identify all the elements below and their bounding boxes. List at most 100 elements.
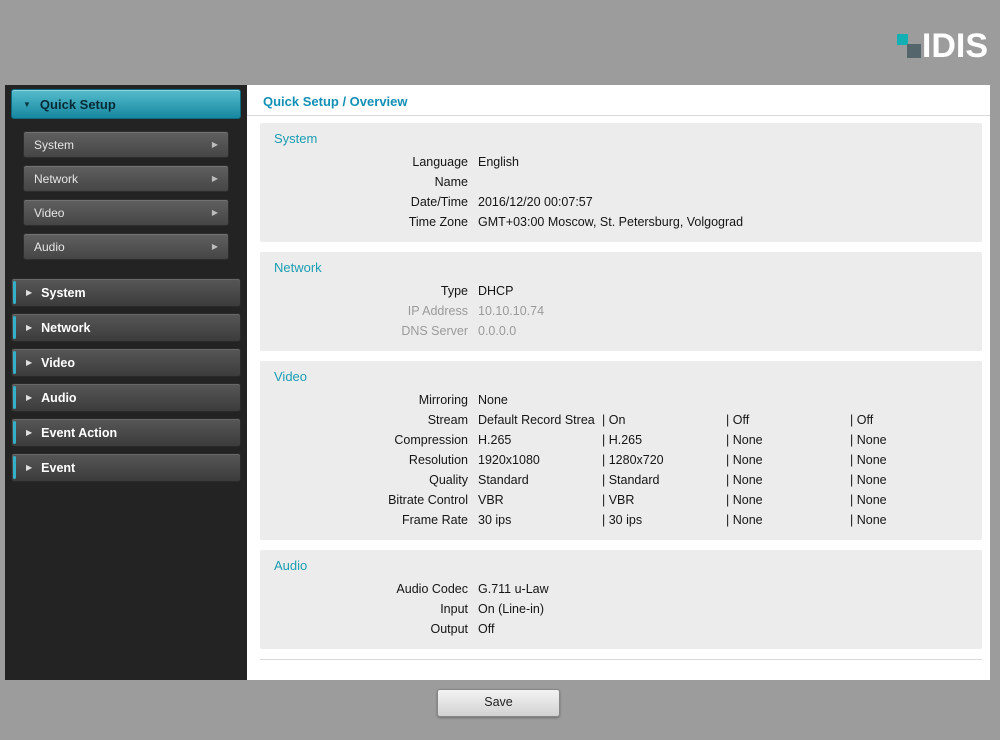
sidebar-subitem-audio[interactable]: Audio ▶ [23,233,229,260]
field-row: Time Zone GMT+03:00 Moscow, St. Petersbur… [272,212,970,232]
field-value: | VBR [602,493,635,507]
sidebar-subitem-label: Video [34,205,65,220]
field-value: Default Record Strea [478,413,595,427]
overview-sections: System Language English Name Date/Time 2016/1… [260,123,982,660]
section-video: Video Mirroring None Stream Default Record S… [260,361,982,540]
field-label: Frame Rate [402,513,468,527]
field-row: Date/Time 2016/12/20 00:07:57 [272,192,970,212]
field-row: Input On (Line-in) [272,599,970,619]
field-label: Bitrate Control [388,493,468,507]
sidebar-item-quick-setup[interactable]: ▼ Quick Setup [11,89,241,119]
chevron-right-icon: ▶ [26,428,33,437]
sidebar-item-label: Event Action [41,425,118,440]
sidebar-subitem-label: Audio [34,239,65,254]
field-value: | Off [726,413,750,427]
sidebar-subitem-label: System [34,137,75,152]
idis-logo: IDIS [895,27,988,65]
breadcrumb-divider [247,115,990,116]
field-value: | Off [850,413,874,427]
field-row: Output Off [272,619,970,639]
field-row: Quality Standard | Standard | None | None [272,470,970,490]
sections-bottom-divider [260,659,982,660]
field-value: H.265 [478,433,512,447]
field-row: Name [272,172,970,192]
field-value: VBR [478,493,504,507]
field-value: | None [850,433,887,447]
field-value: 2016/12/20 00:07:57 [478,195,593,209]
sidebar-subitem-video[interactable]: Video ▶ [23,199,229,226]
field-row: IP Address 10.10.10.74 [272,301,970,321]
chevron-right-icon: ▶ [26,323,33,332]
field-value: GMT+03:00 Moscow, St. Petersburg, Volgog… [478,215,744,229]
field-row: Bitrate Control VBR | VBR | None | None [272,490,970,510]
section-title: Video [274,369,308,384]
field-value: 0.0.0.0 [478,324,517,338]
chevron-right-icon: ▶ [211,140,218,149]
field-value: | None [850,453,887,467]
logo-text: IDIS [921,27,988,65]
chevron-right-icon: ▶ [26,393,33,402]
field-row: Audio Codec G.711 u-Law [272,579,970,599]
sidebar-item-video[interactable]: ▶ Video [11,348,241,377]
field-value: | None [850,513,887,527]
field-value: On (Line-in) [478,602,544,616]
chevron-right-icon: ▶ [26,288,33,297]
field-row: DNS Server 0.0.0.0 [272,321,970,341]
sidebar-subitem-network[interactable]: Network ▶ [23,165,229,192]
field-row: Type DHCP [272,281,970,301]
quick-setup-subitems: System ▶ Network ▶ Video ▶ Audio ▶ [23,131,229,260]
save-button[interactable]: Save [437,689,560,717]
sidebar-item-label: System [41,285,86,300]
chevron-right-icon: ▶ [211,208,218,217]
field-value: 1920x1080 [478,453,540,467]
field-label: Time Zone [408,215,468,229]
sidebar-item-system[interactable]: ▶ System [11,278,241,307]
idis-logo-mark-icon [895,27,922,65]
sidebar-subitem-label: Network [34,171,79,186]
field-label: Name [434,175,468,189]
field-value: | None [850,473,887,487]
field-label: Date/Time [410,195,468,209]
field-value: | 30 ips [602,513,643,527]
field-value: G.711 u-Law [478,582,549,596]
sidebar-subitem-system[interactable]: System ▶ [23,131,229,158]
field-value: English [478,155,519,169]
field-label: Compression [394,433,468,447]
sidebar-item-label: Video [41,355,75,370]
chevron-right-icon: ▶ [211,242,218,251]
field-value: | On [602,413,626,427]
sidebar: ▼ Quick Setup System ▶ Network ▶ Video ▶ Audio… [5,85,247,680]
content-panel: Quick Setup / Overview System Language Eng… [247,85,990,680]
field-value: | Standard [602,473,660,487]
quick-setup-label: Quick Setup [39,96,116,112]
field-value: | None [726,453,763,467]
field-value: Standard [478,473,529,487]
section-network: Network Type DHCP IP Address 10.10.10.74 DNS … [260,252,982,351]
sidebar-item-label: Audio [41,390,77,405]
field-label: DNS Server [401,324,468,338]
field-label: Output [430,622,468,636]
section-system: System Language English Name Date/Time 2016/1… [260,123,982,242]
sidebar-item-audio[interactable]: ▶ Audio [11,383,241,412]
field-value: | 1280x720 [602,453,664,467]
field-label: Mirroring [418,393,468,407]
field-label: Resolution [408,453,468,467]
field-value: | None [726,433,763,447]
field-row: Frame Rate 30 ips | 30 ips | None | None [272,510,970,530]
sidebar-item-network[interactable]: ▶ Network [11,313,241,342]
sidebar-item-event[interactable]: ▶ Event [11,453,241,482]
sidebar-item-label: Event [41,460,76,475]
field-row: Mirroring None [272,390,970,410]
chevron-right-icon: ▶ [26,358,33,367]
field-value: | None [726,513,763,527]
field-label: Stream [427,413,468,427]
field-value: DHCP [478,284,514,298]
field-value: | None [726,493,763,507]
section-title: Audio [274,558,308,573]
field-value: 30 ips [478,513,512,527]
field-row: Language English [272,152,970,172]
field-label: Audio Codec [396,582,468,596]
field-value: None [478,393,508,407]
section-audio: Audio Audio Codec G.711 u-Law Input On (Line… [260,550,982,649]
sidebar-item-event-action[interactable]: ▶ Event Action [11,418,241,447]
